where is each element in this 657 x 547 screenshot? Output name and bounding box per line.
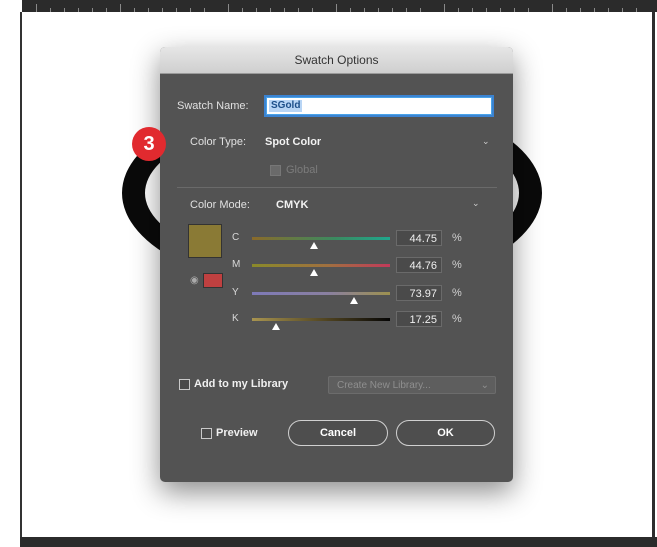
- slider-thumb-m[interactable]: [309, 269, 318, 276]
- percent-label-m: %: [452, 259, 462, 271]
- slider-track-k[interactable]: [252, 318, 390, 321]
- value-field-m[interactable]: 44.76: [396, 257, 442, 273]
- bottom-ruler: [20, 537, 657, 547]
- add-to-library-label: Add to my Library: [194, 378, 289, 390]
- color-type-label: Color Type:: [190, 136, 247, 148]
- chevron-down-icon: ⌄: [482, 136, 490, 146]
- color-mode-value: CMYK: [276, 199, 309, 211]
- ok-button[interactable]: OK: [396, 420, 495, 446]
- value-field-y[interactable]: 73.97: [396, 285, 442, 301]
- slider-track-y[interactable]: [252, 292, 390, 295]
- out-of-gamut-icon: ◉: [190, 275, 199, 286]
- slider-track-m[interactable]: [252, 264, 390, 267]
- percent-label-y: %: [452, 287, 462, 299]
- value-field-k[interactable]: 17.25: [396, 311, 442, 327]
- percent-label-k: %: [452, 313, 462, 325]
- channel-label-k: K: [232, 313, 239, 324]
- add-to-library-checkbox[interactable]: [179, 379, 190, 390]
- color-type-value: Spot Color: [265, 136, 322, 148]
- color-swatch-preview: [188, 224, 222, 258]
- preview-label: Preview: [216, 427, 258, 439]
- global-label: Global: [286, 164, 318, 176]
- library-placeholder: Create New Library...: [337, 380, 431, 391]
- web-safe-swatch[interactable]: [203, 273, 223, 288]
- slider-thumb-k[interactable]: [271, 323, 280, 330]
- value-field-c[interactable]: 44.75: [396, 230, 442, 246]
- dialog-title: Swatch Options: [160, 47, 513, 74]
- cancel-button[interactable]: Cancel: [288, 420, 388, 446]
- channel-label-c: C: [232, 232, 240, 243]
- global-checkbox[interactable]: [270, 165, 281, 176]
- preview-checkbox[interactable]: [201, 428, 212, 439]
- channel-label-m: M: [232, 259, 241, 270]
- swatch-name-label: Swatch Name:: [177, 100, 249, 112]
- library-dropdown[interactable]: Create New Library... ⌄: [328, 376, 496, 394]
- swatch-name-input[interactable]: SGold: [266, 97, 492, 115]
- swatch-options-dialog: Swatch Options Swatch Name: SGold Color …: [160, 47, 513, 482]
- step-number-badge: 3: [132, 127, 166, 161]
- channel-label-y: Y: [232, 287, 239, 298]
- slider-thumb-c[interactable]: [309, 242, 318, 249]
- slider-thumb-y[interactable]: [350, 297, 359, 304]
- divider-top: [177, 187, 497, 188]
- chevron-down-icon: ⌄: [472, 198, 480, 208]
- slider-track-c[interactable]: [252, 237, 390, 240]
- swatch-name-value: SGold: [269, 100, 303, 112]
- percent-label-c: %: [452, 232, 462, 244]
- color-mode-label: Color Mode:: [190, 199, 250, 211]
- canvas-frame-right: [652, 12, 655, 537]
- canvas-frame-left: [20, 12, 22, 537]
- top-ruler: [22, 0, 657, 12]
- chevron-down-icon: ⌄: [480, 380, 489, 391]
